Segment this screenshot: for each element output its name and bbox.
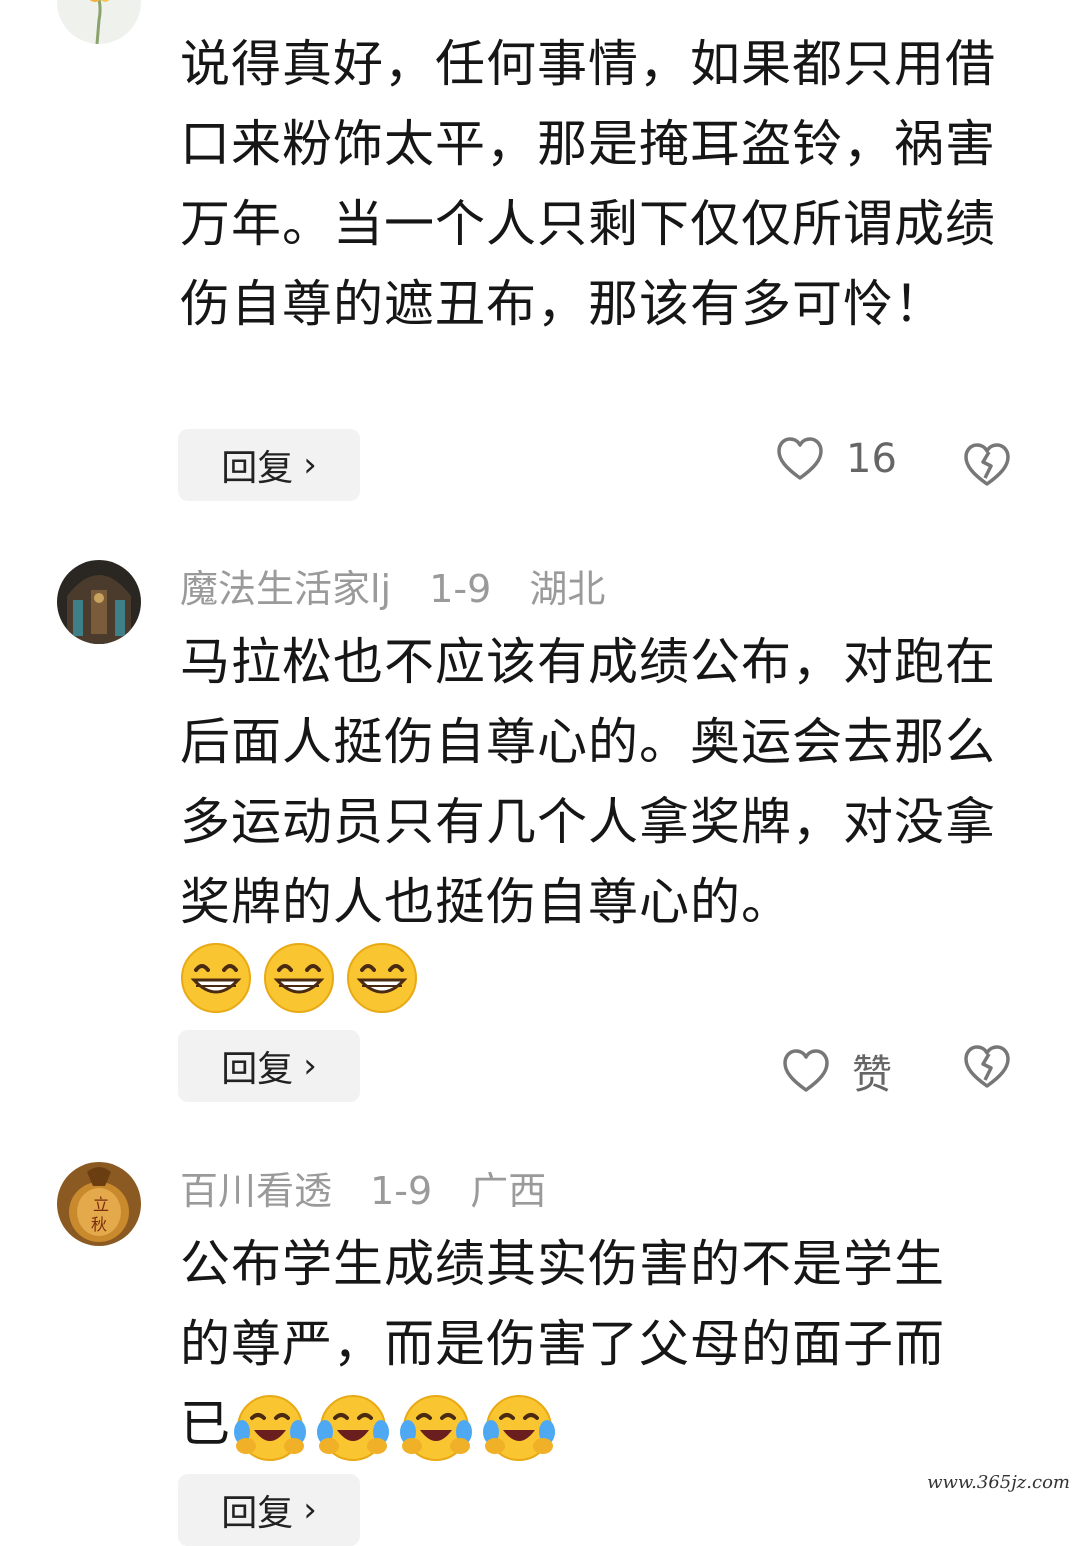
reply-label: 回复 <box>221 448 294 489</box>
comment-text: 马拉松也不应该有成绩公布，对跑在后面人挺伤自尊心的。奥运会去那么多运动员只有几个… <box>180 633 996 931</box>
comment-meta: 魔法生活家lj 1-9 湖北 <box>180 570 631 608</box>
laugh-crying-emoji <box>317 1395 390 1461</box>
reply-label: 回复 <box>221 1049 294 1090</box>
like-label: 赞 <box>852 1052 892 1098</box>
dislike-button[interactable] <box>962 442 1012 492</box>
reply-button[interactable]: 回复 › <box>178 429 360 501</box>
laugh-crying-emoji <box>483 1395 556 1461</box>
chevron-right-icon: › <box>303 1046 317 1086</box>
comment-date: 1-9 <box>370 1169 433 1213</box>
comment-location: 湖北 <box>529 567 606 611</box>
reply-button[interactable]: 回复 › <box>178 1030 360 1102</box>
avatar[interactable] <box>57 560 141 644</box>
reply-label: 回复 <box>221 1493 294 1534</box>
emoji-row <box>234 1392 561 1464</box>
emoji-row <box>180 942 424 1014</box>
comment-meta: 百川看透 1-9 广西 <box>180 1172 572 1210</box>
comment-location: 广西 <box>470 1169 547 1213</box>
grinning-emoji <box>181 943 251 1013</box>
chevron-right-icon: › <box>303 445 317 485</box>
grinning-emoji <box>347 943 418 1013</box>
heart-outline-icon <box>777 437 823 480</box>
like-button[interactable]: 赞 <box>782 1042 892 1100</box>
like-count: 16 <box>846 436 897 482</box>
comment-date: 1-9 <box>429 567 492 611</box>
avatar[interactable] <box>57 0 141 44</box>
svg-text:秋: 秋 <box>91 1215 107 1234</box>
username[interactable]: 魔法生活家lj <box>180 567 391 611</box>
comment-text: 说得真好，任何事情，如果都只用借口来粉饰太平，那是掩耳盗铃，祸害万年。当一个人只… <box>180 35 996 333</box>
avatar[interactable]: 立 秋 <box>57 1162 141 1246</box>
grinning-emoji <box>264 943 335 1013</box>
svg-text:立: 立 <box>93 1195 109 1214</box>
watermark: www.365jz.com <box>927 1472 1070 1493</box>
laugh-crying-emoji <box>234 1395 306 1461</box>
chevron-right-icon: › <box>303 1490 317 1530</box>
username[interactable]: 百川看透 <box>180 1169 332 1213</box>
broken-heart-icon <box>964 1045 1010 1088</box>
broken-heart-icon <box>964 443 1010 486</box>
heart-outline-icon <box>783 1049 829 1092</box>
laugh-crying-emoji <box>400 1395 473 1461</box>
like-button[interactable]: 16 <box>776 436 897 482</box>
reply-button[interactable]: 回复 › <box>178 1474 360 1546</box>
dislike-button[interactable] <box>962 1044 1012 1094</box>
